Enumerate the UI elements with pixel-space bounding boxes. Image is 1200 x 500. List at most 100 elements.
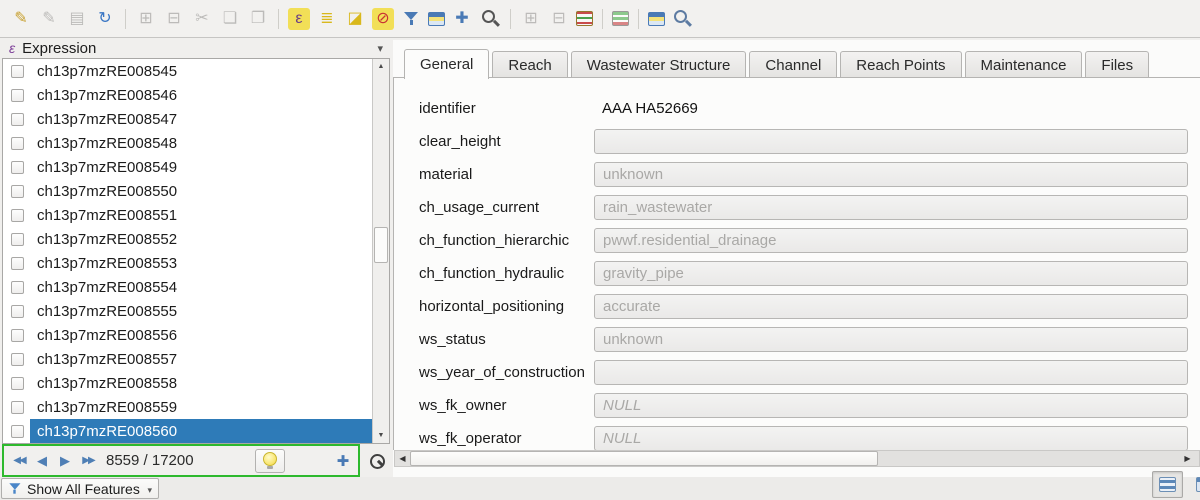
field-calculator-icon[interactable] xyxy=(576,11,593,26)
form-view-toggle-button[interactable] xyxy=(1152,471,1183,498)
move-selection-to-top-icon[interactable] xyxy=(428,12,445,26)
feature-item[interactable]: ch13p7mzRE008545 xyxy=(3,59,372,83)
delete-field-icon[interactable]: ⊟ xyxy=(548,8,570,30)
feature-item[interactable]: ch13p7mzRE008551 xyxy=(3,203,372,227)
deselect-all-icon[interactable]: ⊘ xyxy=(372,8,394,30)
feature-checkbox[interactable] xyxy=(11,305,24,318)
scrollbar-thumb[interactable] xyxy=(410,451,878,466)
field-value-input[interactable]: NULL xyxy=(594,426,1188,450)
feature-item[interactable]: ch13p7mzRE008559 xyxy=(3,395,372,419)
feature-checkbox[interactable] xyxy=(11,377,24,390)
filter-mode-button[interactable]: Show All Features ▾ xyxy=(1,478,159,499)
form-tab[interactable]: General xyxy=(404,49,489,79)
form-fields-area: identifier AAA HA52669 clear_height mate… xyxy=(393,77,1200,450)
scroll-left-icon[interactable]: ◀ xyxy=(395,451,410,466)
feature-checkbox[interactable] xyxy=(11,209,24,222)
field-value-input[interactable]: gravity_pipe xyxy=(594,261,1188,286)
feature-checkbox[interactable] xyxy=(11,89,24,102)
feature-id-label: ch13p7mzRE008553 xyxy=(30,255,177,272)
form-tab[interactable]: Maintenance xyxy=(965,51,1083,78)
add-feature-icon[interactable]: ⊞ xyxy=(135,8,157,30)
form-tab[interactable]: Channel xyxy=(749,51,837,78)
next-feature-button[interactable]: ▶ xyxy=(54,451,76,471)
feature-item[interactable]: ch13p7mzRE008558 xyxy=(3,371,372,395)
toggle-editing-icon[interactable]: ✎ xyxy=(10,8,32,30)
field-value-input[interactable]: accurate xyxy=(594,294,1188,319)
feature-item[interactable]: ch13p7mzRE008556 xyxy=(3,323,372,347)
feature-item[interactable]: ch13p7mzRE008546 xyxy=(3,83,372,107)
feature-checkbox[interactable] xyxy=(11,137,24,150)
filter-features-icon[interactable] xyxy=(400,8,422,30)
form-horizontal-scrollbar[interactable]: ◀ ▶ xyxy=(394,450,1200,467)
highlight-feature-button[interactable] xyxy=(255,449,285,473)
toolbar-separator xyxy=(638,9,639,29)
delete-selected-icon[interactable]: ⊟ xyxy=(163,8,185,30)
scroll-down-icon[interactable]: ▼ xyxy=(373,429,389,442)
feature-item[interactable]: ch13p7mzRE008547 xyxy=(3,107,372,131)
field-value-input[interactable]: unknown xyxy=(594,162,1188,187)
zoom-to-selection-icon[interactable] xyxy=(479,8,501,30)
scroll-right-icon[interactable]: ▶ xyxy=(1180,451,1195,466)
conditional-formatting-icon[interactable] xyxy=(612,11,629,26)
feature-checkbox[interactable] xyxy=(11,113,24,126)
feature-checkbox[interactable] xyxy=(11,281,24,294)
column-preview-selector[interactable]: ε Expression ▾ xyxy=(2,38,390,58)
feature-checkbox[interactable] xyxy=(11,233,24,246)
field-value-input[interactable]: unknown xyxy=(594,327,1188,352)
field-value-input[interactable]: pwwf.residential_drainage xyxy=(594,228,1188,253)
field-value-input[interactable] xyxy=(594,360,1188,385)
feature-item[interactable]: ch13p7mzRE008550 xyxy=(3,179,372,203)
feature-item[interactable]: ch13p7mzRE008557 xyxy=(3,347,372,371)
form-tab[interactable]: Files xyxy=(1085,51,1149,78)
field-label: clear_height xyxy=(419,133,594,150)
table-view-toggle-button[interactable] xyxy=(1189,471,1200,498)
zoom-search-icon[interactable] xyxy=(671,8,693,30)
feature-item[interactable]: ch13p7mzRE008555 xyxy=(3,299,372,323)
feature-checkbox[interactable] xyxy=(11,257,24,270)
form-tab[interactable]: Wastewater Structure xyxy=(571,51,747,78)
first-feature-button[interactable]: ◀◀ xyxy=(8,451,30,471)
copy-icon[interactable]: ❏ xyxy=(219,8,241,30)
feature-item[interactable]: ch13p7mzRE008554 xyxy=(3,275,372,299)
previous-feature-button[interactable]: ◀ xyxy=(31,451,53,471)
feature-item[interactable]: ch13p7mzRE008548 xyxy=(3,131,372,155)
feature-item[interactable]: ch13p7mzRE008553 xyxy=(3,251,372,275)
scrollbar-thumb[interactable] xyxy=(374,227,388,263)
dock-table-icon[interactable] xyxy=(648,12,665,26)
feature-item[interactable]: ch13p7mzRE008549 xyxy=(3,155,372,179)
field-value-input: AAA HA52669 xyxy=(594,96,1188,121)
paste-icon[interactable]: ❐ xyxy=(247,8,269,30)
feature-checkbox[interactable] xyxy=(11,353,24,366)
pan-to-feature-button[interactable]: ✚ xyxy=(332,451,354,471)
multiedit-icon[interactable]: ✎ xyxy=(38,8,60,30)
tab-label: Files xyxy=(1101,57,1133,74)
cut-icon[interactable]: ✂ xyxy=(191,8,213,30)
magnifier-icon xyxy=(367,452,385,470)
form-tab[interactable]: Reach xyxy=(492,51,567,78)
select-by-expression-icon[interactable]: ε xyxy=(288,8,310,30)
field-value-input[interactable]: NULL xyxy=(594,393,1188,418)
save-edits-icon[interactable]: ▤ xyxy=(66,8,88,30)
pan-to-selection-icon[interactable]: ✚ xyxy=(451,8,473,30)
feature-item[interactable]: ch13p7mzRE008552 xyxy=(3,227,372,251)
feature-list-scrollbar[interactable]: ▲ ▼ xyxy=(372,59,389,443)
zoom-to-feature-button[interactable] xyxy=(363,447,389,474)
scroll-up-icon[interactable]: ▲ xyxy=(373,60,389,73)
tab-label: Maintenance xyxy=(981,57,1067,74)
field-value-input[interactable] xyxy=(594,129,1188,154)
feature-checkbox[interactable] xyxy=(11,161,24,174)
feature-checkbox[interactable] xyxy=(11,329,24,342)
form-tab[interactable]: Reach Points xyxy=(840,51,961,78)
feature-item[interactable]: ch13p7mzRE008560 xyxy=(3,419,372,443)
chevron-down-icon[interactable]: ▾ xyxy=(377,42,383,55)
new-field-icon[interactable]: ⊞ xyxy=(520,8,542,30)
reload-table-icon[interactable]: ↻ xyxy=(94,8,116,30)
feature-checkbox[interactable] xyxy=(11,185,24,198)
invert-selection-icon[interactable]: ◪ xyxy=(344,8,366,30)
feature-checkbox[interactable] xyxy=(11,401,24,414)
select-all-icon[interactable]: ≣ xyxy=(316,8,338,30)
feature-checkbox[interactable] xyxy=(11,425,24,438)
field-value-input[interactable]: rain_wastewater xyxy=(594,195,1188,220)
last-feature-button[interactable]: ▶▶ xyxy=(77,451,99,471)
feature-checkbox[interactable] xyxy=(11,65,24,78)
